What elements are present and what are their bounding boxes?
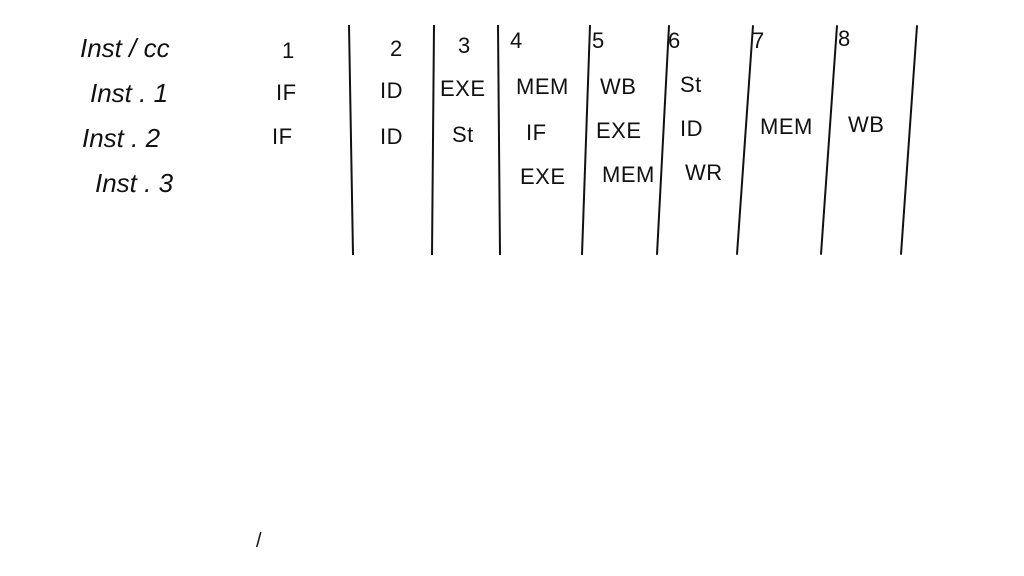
row-label-2: Inst . 2 bbox=[82, 125, 160, 151]
cycle-header: 5 bbox=[592, 30, 605, 52]
stage-cell: EXE bbox=[596, 120, 642, 142]
col-divider bbox=[581, 25, 591, 255]
stage-cell: IF bbox=[272, 126, 293, 148]
col-divider bbox=[348, 25, 354, 255]
col-divider bbox=[736, 25, 754, 255]
stage-cell: St bbox=[452, 124, 474, 146]
col-divider bbox=[820, 25, 838, 255]
header-label: Inst / cc bbox=[80, 35, 170, 61]
stage-cell: IF bbox=[526, 122, 547, 144]
cycle-header: 4 bbox=[510, 30, 523, 52]
stage-cell: ID bbox=[380, 80, 403, 102]
cycle-header: 6 bbox=[668, 30, 681, 52]
col-divider bbox=[656, 25, 670, 255]
stage-cell: WB bbox=[848, 114, 884, 136]
stage-cell: EXE bbox=[440, 78, 486, 100]
col-divider bbox=[900, 25, 918, 255]
cycle-header: 8 bbox=[838, 28, 851, 50]
stage-cell: St bbox=[680, 74, 702, 96]
stray-mark: / bbox=[256, 530, 262, 553]
col-divider bbox=[431, 25, 435, 255]
cycle-header: 2 bbox=[390, 38, 403, 60]
row-label-1: Inst . 1 bbox=[90, 80, 168, 106]
stage-cell: ID bbox=[680, 118, 703, 140]
col-divider bbox=[497, 25, 501, 255]
row-label-3: Inst . 3 bbox=[95, 170, 173, 196]
stage-cell: EXE bbox=[520, 166, 566, 188]
stage-cell: IF bbox=[276, 82, 297, 104]
cycle-header: 7 bbox=[752, 30, 765, 52]
stage-cell: WB bbox=[600, 76, 636, 98]
cycle-header: 1 bbox=[282, 40, 295, 62]
pipeline-diagram: Inst / cc Inst . 1 Inst . 2 Inst . 3 1 2… bbox=[0, 0, 1024, 576]
stage-cell: MEM bbox=[602, 164, 655, 186]
stage-cell: WR bbox=[685, 162, 723, 184]
stage-cell: MEM bbox=[760, 116, 813, 138]
cycle-header: 3 bbox=[458, 35, 471, 57]
stage-cell: MEM bbox=[516, 76, 569, 98]
stage-cell: ID bbox=[380, 126, 403, 148]
